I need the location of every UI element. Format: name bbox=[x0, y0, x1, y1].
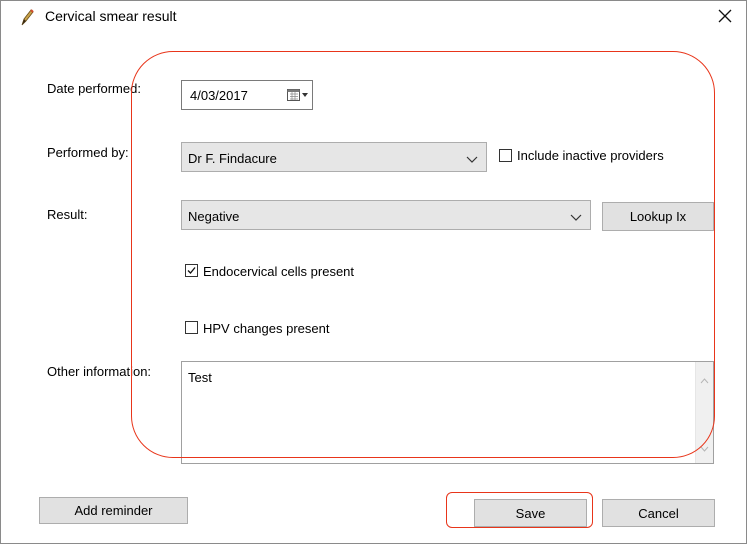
cervical-smear-dialog: Cervical smear result Date performed: Pe… bbox=[0, 0, 747, 544]
cancel-label: Cancel bbox=[638, 505, 679, 521]
performed-by-dropdown[interactable]: Dr F. Findacure bbox=[181, 142, 487, 172]
include-inactive-label[interactable]: Include inactive providers bbox=[517, 148, 664, 163]
include-inactive-checkbox[interactable] bbox=[499, 149, 512, 162]
result-value: Negative bbox=[188, 209, 240, 224]
other-information-label: Other information: bbox=[47, 364, 152, 379]
chevron-down-icon bbox=[570, 210, 582, 225]
textarea-scrollbar[interactable] bbox=[695, 362, 713, 463]
date-performed-value: 4/03/2017 bbox=[190, 88, 248, 103]
lookup-ix-label: Lookup Ix bbox=[629, 209, 687, 224]
cancel-button[interactable]: Cancel bbox=[602, 499, 715, 527]
hpv-label[interactable]: HPV changes present bbox=[203, 321, 329, 336]
lookup-ix-button[interactable]: Lookup Ix bbox=[602, 202, 714, 231]
save-label: Save bbox=[515, 505, 546, 521]
chevron-down-icon bbox=[466, 152, 478, 167]
save-button[interactable]: Save bbox=[474, 499, 587, 527]
hpv-checkbox[interactable] bbox=[185, 321, 198, 334]
title-bar: Cervical smear result bbox=[1, 1, 746, 31]
add-reminder-label: Add reminder bbox=[74, 503, 153, 518]
close-button[interactable] bbox=[710, 3, 740, 29]
other-information-value: Test bbox=[188, 370, 212, 385]
add-reminder-button[interactable]: Add reminder bbox=[39, 497, 188, 524]
close-icon bbox=[718, 9, 732, 23]
endocervical-checkbox[interactable] bbox=[185, 264, 198, 277]
checkmark-icon bbox=[187, 267, 196, 274]
result-label: Result: bbox=[47, 207, 88, 222]
scroll-up-icon[interactable] bbox=[700, 372, 709, 387]
date-performed-picker[interactable]: 4/03/2017 bbox=[181, 80, 313, 110]
performed-by-value: Dr F. Findacure bbox=[188, 151, 277, 166]
calendar-dropdown-icon[interactable] bbox=[287, 89, 309, 105]
endocervical-label[interactable]: Endocervical cells present bbox=[203, 264, 354, 279]
pen-icon bbox=[19, 8, 35, 26]
other-information-textarea[interactable]: Test bbox=[181, 361, 714, 464]
scroll-down-icon[interactable] bbox=[700, 440, 709, 455]
result-dropdown[interactable]: Negative bbox=[181, 200, 591, 230]
window-title: Cervical smear result bbox=[45, 8, 177, 24]
performed-by-label: Performed by: bbox=[47, 145, 129, 160]
date-performed-label: Date performed: bbox=[47, 81, 141, 96]
